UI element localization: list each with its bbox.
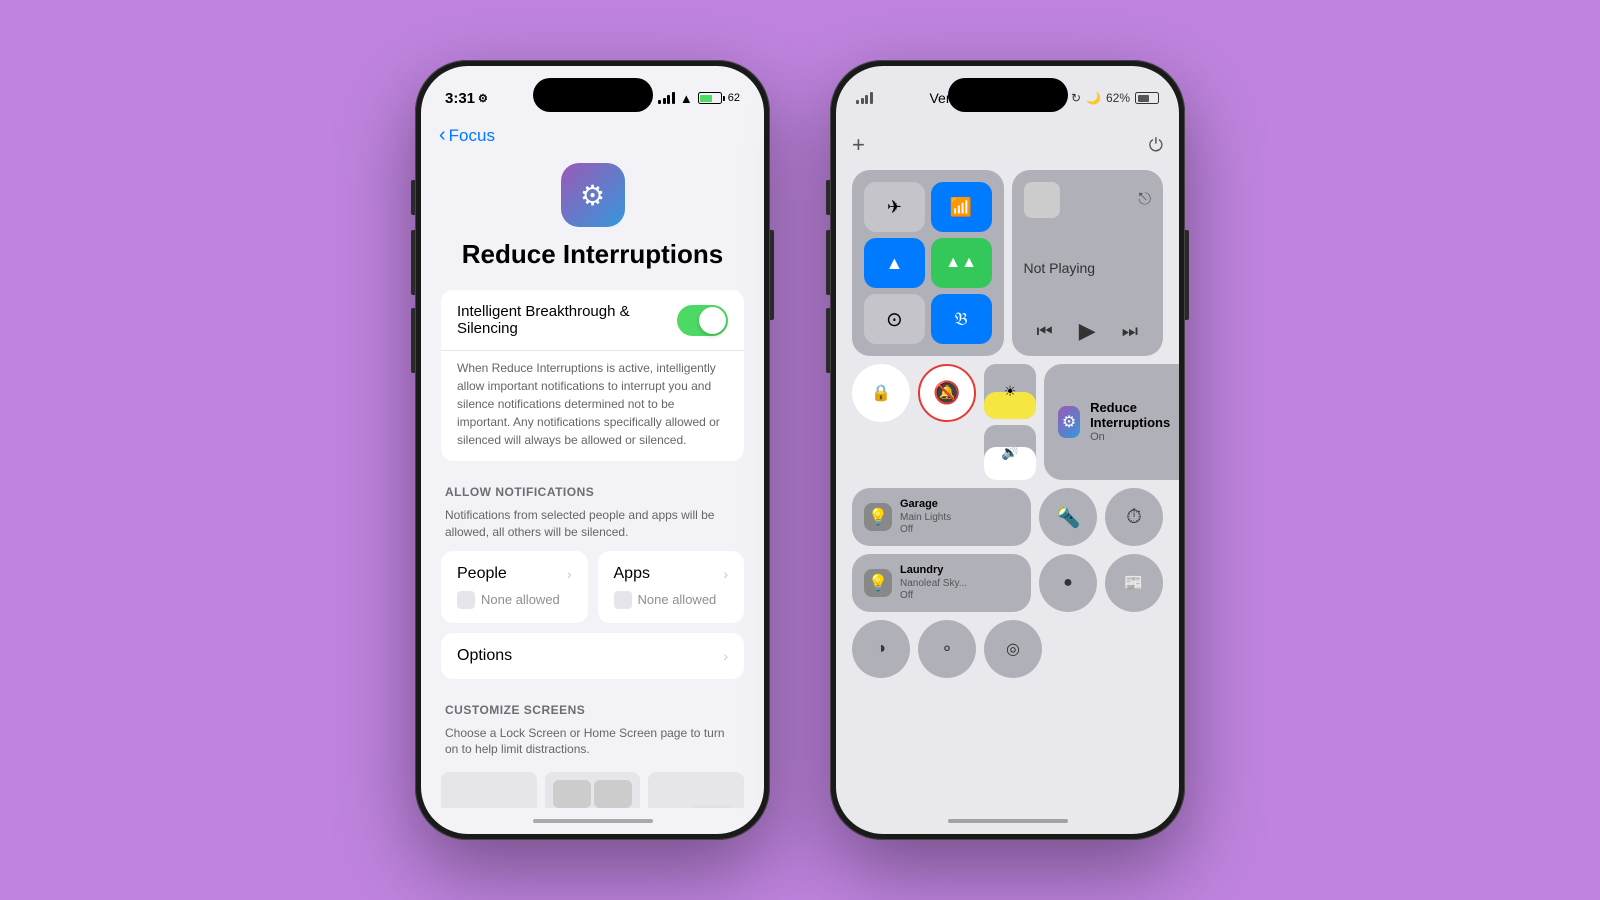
cc-next-btn[interactable]: ⏭ — [1122, 321, 1138, 342]
mute-switch-2 — [826, 180, 830, 215]
cc-add-button[interactable]: + — [852, 132, 865, 158]
allow-notifications-header: ALLOW NOTIFICATIONS — [441, 471, 744, 505]
wifi-icon-1: ▲ — [680, 91, 693, 106]
cc-connectivity-card: ✈ 📶 ▲ ▲▲ ⊙ 𝔅 — [852, 170, 1004, 356]
lock-screen-preview[interactable]: 3:31 — [441, 772, 537, 808]
options-card[interactable]: Options › — [441, 633, 744, 679]
status-right-1: ▲ 62 — [658, 91, 740, 106]
volume-down-button-2 — [826, 308, 830, 373]
power-button — [770, 230, 774, 320]
cc-focus-icon: ⚙ — [1058, 406, 1080, 438]
power-button-2 — [1185, 230, 1189, 320]
cc-laundry-icon: 💡 — [864, 569, 892, 597]
cc-airplane-btn[interactable]: ✈ — [864, 182, 925, 232]
back-button[interactable]: ‹ Focus — [439, 124, 495, 147]
cc-wifi-btn[interactable]: ▲ — [864, 238, 925, 288]
cc-hotspot-btn[interactable]: 📶 — [931, 182, 992, 232]
cc-screen-record-btn[interactable]: ● — [1039, 554, 1097, 612]
nav-bar-1: ‹ Focus — [421, 120, 764, 155]
customize-screens-header: CUSTOMIZE SCREENS — [441, 689, 744, 723]
cc-remote-btn[interactable]: ⚬ — [918, 620, 976, 678]
cc-flashlight-btn[interactable]: 🔦 — [1039, 488, 1097, 546]
intelligent-toggle[interactable] — [677, 305, 728, 336]
phone-1-screen: 3:31 ⚙ ▲ 62 — [421, 66, 764, 834]
cc-row-4: 💡 Laundry Nanoleaf Sky... Off ● 📰 — [852, 554, 1163, 612]
cc-garage-lights-btn[interactable]: 💡 Garage Main Lights Off — [852, 488, 1031, 546]
cc-row-5: ◑ ⚬ ◎ — [852, 620, 1163, 678]
apps-card[interactable]: Apps › None allowed — [598, 551, 745, 623]
status-time-1: 3:31 ⚙ — [445, 90, 488, 107]
phone-2-screen: Verizon ▲ ⏰ ↻ 🌙 62% + ⏻ — [836, 66, 1179, 834]
cc-focus-button[interactable]: ⚙ Reduce Interruptions On — [1044, 364, 1179, 480]
customize-screens-sub: Choose a Lock Screen or Home Screen page… — [441, 723, 744, 769]
people-chevron: › — [567, 566, 572, 582]
page-icon-wrap: ⚙ — [441, 163, 744, 227]
dynamic-island-1 — [533, 78, 653, 112]
cc-media-controls: ⏮ ▶ ⏭ — [1024, 318, 1152, 344]
cc-power-button[interactable]: ⏻ — [1149, 135, 1163, 156]
cc-prev-btn[interactable]: ⏮ — [1037, 321, 1053, 342]
cc-media-artwork — [1024, 182, 1060, 218]
toggle-card: Intelligent Breakthrough & Silencing Whe… — [441, 290, 744, 461]
dynamic-island-2 — [948, 78, 1068, 112]
cc-screen-lock-btn[interactable]: 🔒 — [852, 364, 910, 422]
signal-bars-1 — [658, 92, 675, 104]
home-indicator-2 — [836, 808, 1179, 834]
toggle-label: Intelligent Breakthrough & Silencing — [457, 303, 677, 337]
cc-timer-btn[interactable]: ⏱ — [1105, 488, 1163, 546]
gear-small-icon: ⚙ — [478, 92, 488, 105]
screen-preview-row: 3:31 Choose — [441, 772, 744, 808]
cc-row-2: 🔒 🔕 ☀ 🔊 ⚙ Reduc — [852, 364, 1163, 480]
cc-volume-slider[interactable]: 🔊 — [984, 425, 1036, 480]
toggle-description: When Reduce Interruptions is active, int… — [441, 351, 744, 461]
home-screen-preview[interactable] — [545, 772, 641, 808]
options-chevron: › — [723, 648, 728, 664]
battery-1: 62 — [698, 92, 740, 104]
home-indicator-1 — [421, 808, 764, 834]
cc-laundry-lights-btn[interactable]: 💡 Laundry Nanoleaf Sky... Off — [852, 554, 1031, 612]
cc-content: + ⏻ ✈ 📶 ▲ ▲▲ ⊙ 𝔅 ⎋ — [836, 120, 1179, 808]
allow-notifications-sub: Notifications from selected people and a… — [441, 505, 744, 551]
people-apps-grid: People › None allowed Apps › N — [441, 551, 744, 623]
cc-not-playing: Not Playing — [1024, 260, 1152, 276]
back-chevron-icon: ‹ — [439, 124, 446, 147]
cc-signal — [856, 92, 873, 104]
settings-content: ⚙ Reduce Interruptions Intelligent Break… — [421, 155, 764, 808]
mute-switch — [411, 180, 415, 215]
cc-garage-icon: 💡 — [864, 503, 892, 531]
phone-2: Verizon ▲ ⏰ ↻ 🌙 62% + ⏻ — [830, 60, 1185, 840]
cc-row-3: 💡 Garage Main Lights Off 🔦 ⏱ — [852, 488, 1163, 546]
cc-cellular-btn[interactable]: ▲▲ — [931, 238, 992, 288]
page-title: Reduce Interruptions — [441, 239, 744, 270]
cc-row-1: ✈ 📶 ▲ ▲▲ ⊙ 𝔅 ⎋ Not Playing ⏮ — [852, 170, 1163, 356]
reduce-interruptions-icon: ⚙ — [561, 163, 625, 227]
apps-chevron: › — [723, 566, 728, 582]
people-card[interactable]: People › None allowed — [441, 551, 588, 623]
watch-screen-preview[interactable]: ⌚ — [648, 772, 744, 808]
cc-brightness-slider[interactable]: ☀ — [984, 364, 1036, 419]
volume-up-button — [411, 230, 415, 295]
cc-dark-mode-btn[interactable]: ◑ — [852, 620, 910, 678]
rotation-icon: ↻ — [1071, 91, 1081, 105]
cc-mute-btn[interactable]: 🔕 — [918, 364, 976, 422]
cc-accessibility-btn[interactable]: ◎ — [984, 620, 1042, 678]
cc-news-btn[interactable]: 📰 — [1105, 554, 1163, 612]
volume-up-button-2 — [826, 230, 830, 295]
cc-play-btn[interactable]: ▶ — [1079, 318, 1096, 344]
cc-media-card: ⎋ Not Playing ⏮ ▶ ⏭ — [1012, 170, 1164, 356]
cc-bluetooth-btn[interactable]: 𝔅 — [931, 294, 992, 344]
phone-1: 3:31 ⚙ ▲ 62 — [415, 60, 770, 840]
cc-airplay-btn[interactable]: ⎋ — [1138, 191, 1151, 209]
cc-airdrop-btn[interactable]: ⊙ — [864, 294, 925, 344]
toggle-row: Intelligent Breakthrough & Silencing — [441, 290, 744, 351]
volume-down-button — [411, 308, 415, 373]
cc-topbar: + ⏻ — [852, 130, 1163, 162]
dnd-icon: 🌙 — [1086, 91, 1101, 105]
